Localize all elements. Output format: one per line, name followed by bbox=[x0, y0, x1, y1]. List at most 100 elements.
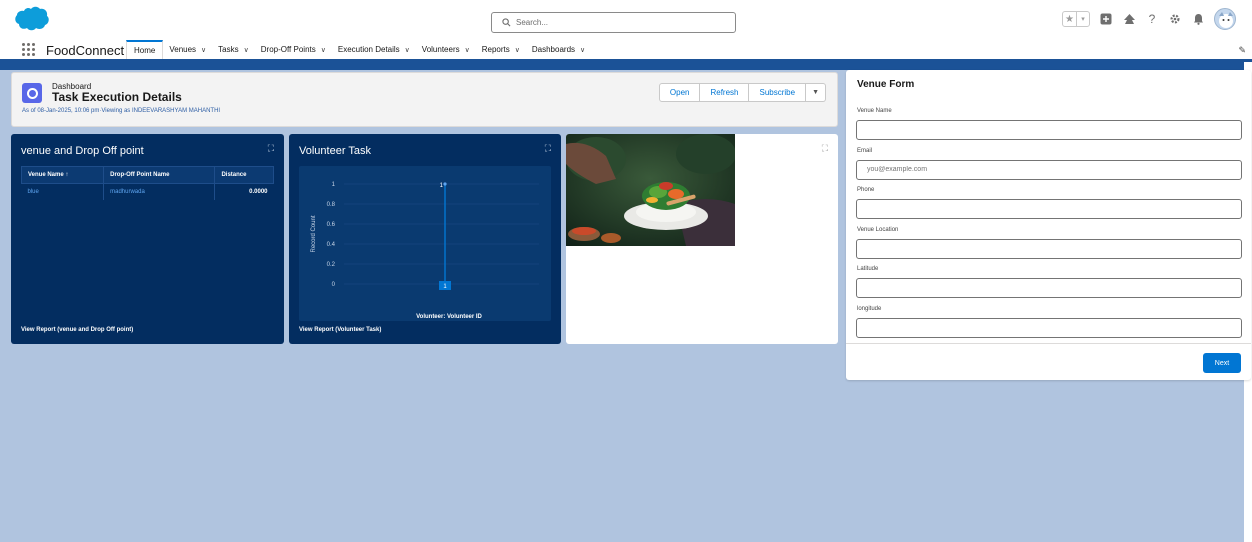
chevron-down-icon[interactable]: ∨ bbox=[201, 46, 206, 54]
longitude-label: longitude bbox=[857, 305, 882, 312]
nav-tabs: Home Venues ∨ Tasks ∨ Drop-Off Points ∨ Executi… bbox=[126, 40, 591, 59]
refresh-button[interactable]: Refresh bbox=[700, 83, 750, 102]
phone-label: Phone bbox=[857, 187, 875, 193]
distance-cell: 0.0000 bbox=[249, 189, 268, 195]
nav-tab-drop-off-points[interactable]: Drop-Off Points ∨ bbox=[255, 40, 332, 59]
column-header-distance[interactable]: Distance bbox=[214, 166, 274, 184]
x-axis-label: Volunteer: Volunteer ID bbox=[416, 314, 482, 320]
latitude-input[interactable] bbox=[856, 278, 1242, 298]
more-actions-chevron-icon[interactable]: ▼ bbox=[806, 83, 826, 102]
email-input[interactable] bbox=[856, 159, 1242, 180]
chevron-down-icon[interactable]: ∨ bbox=[515, 46, 520, 54]
app-launcher-icon[interactable] bbox=[22, 43, 35, 56]
y-axis-label: Record Count bbox=[311, 215, 317, 252]
nav-tab-label: Volunteers bbox=[421, 45, 460, 54]
nav-tab-home[interactable]: Home bbox=[126, 40, 164, 59]
app-navigation-bar: FoodConnect Home Venues ∨ Tasks ∨ Drop-Off Po… bbox=[0, 40, 1252, 62]
view-report-link[interactable]: View Report (venue and Drop Off point) bbox=[21, 327, 133, 333]
column-header-dropoff-point[interactable]: Drop-Off Point Name bbox=[103, 166, 216, 184]
view-report-link[interactable]: View Report (Volunteer Task) bbox=[299, 327, 381, 333]
nav-tab-label: Reports bbox=[481, 45, 510, 54]
favorites-star-icon[interactable]: ★ bbox=[1063, 12, 1076, 26]
expand-icon[interactable]: ⛶ bbox=[545, 143, 551, 154]
nav-tab-label: Venues bbox=[169, 45, 197, 54]
global-search-input[interactable]: Search... bbox=[491, 12, 736, 33]
y-tick-label: 0.6 bbox=[327, 222, 336, 228]
venue-dropoff-widget: venue and Drop Off point ⛶ Venue Name ↑ … bbox=[11, 134, 284, 344]
dashboard-actions: Open Refresh Subscribe ▼ bbox=[658, 83, 826, 102]
form-divider bbox=[846, 343, 1251, 344]
y-tick-label: 0.2 bbox=[327, 262, 336, 268]
header-band bbox=[0, 62, 1252, 70]
help-icon[interactable]: ? bbox=[1145, 12, 1159, 26]
nav-tab-label: Tasks bbox=[218, 45, 239, 54]
column-header-venue-name[interactable]: Venue Name ↑ bbox=[20, 166, 105, 184]
nav-tab-dashboards[interactable]: Dashboards ∨ bbox=[526, 40, 591, 59]
table-row: blue madhurwada 0.0000 bbox=[21, 183, 274, 200]
nav-tab-label: Execution Details bbox=[337, 45, 400, 54]
dashboard-meta: As of 08-Jan-2025, 10:06 pm·Viewing as I… bbox=[22, 108, 221, 114]
favorites-group: ★ ▾ bbox=[1062, 11, 1090, 27]
image-widget: ⛶ bbox=[566, 134, 838, 344]
favorites-list-icon[interactable]: ▾ bbox=[1076, 12, 1089, 26]
chart-svg: 0 0.2 0.4 0.6 0.8 1 Record Count Volunteer: Vol… bbox=[311, 182, 539, 320]
venue-name-input[interactable] bbox=[856, 120, 1242, 140]
chevron-down-icon[interactable]: ∨ bbox=[244, 46, 249, 54]
search-icon bbox=[502, 18, 511, 27]
expand-icon[interactable]: ⛶ bbox=[822, 143, 828, 154]
venue-name-label: Venue Name bbox=[857, 108, 892, 114]
edit-nav-pencil-icon[interactable]: ✎ bbox=[1238, 45, 1246, 56]
nav-tab-tasks[interactable]: Tasks ∨ bbox=[212, 40, 255, 59]
search-placeholder: Search... bbox=[516, 18, 549, 27]
chart-point bbox=[443, 182, 447, 186]
app-name: FoodConnect bbox=[46, 43, 125, 58]
y-tick-label: 0.4 bbox=[327, 242, 336, 248]
form-title: Venue Form bbox=[857, 79, 915, 90]
latitude-label: Latitude bbox=[857, 266, 879, 272]
chevron-down-icon[interactable]: ∨ bbox=[580, 46, 585, 54]
venue-location-input[interactable] bbox=[856, 238, 1242, 259]
nav-tab-label: Home bbox=[134, 46, 156, 55]
volunteer-task-chart: 0 0.2 0.4 0.6 0.8 1 Record Count Volunteer: Vol… bbox=[299, 166, 551, 321]
notifications-bell-icon[interactable] bbox=[1191, 12, 1205, 26]
volunteer-task-widget: Volunteer Task ⛶ 0 0.2 0.4 0.6 0.8 1 Record Co… bbox=[289, 134, 561, 344]
expand-icon[interactable]: ⛶ bbox=[268, 143, 274, 154]
next-button[interactable]: Next bbox=[1203, 353, 1241, 373]
chevron-down-icon[interactable]: ∨ bbox=[465, 46, 470, 54]
chevron-down-icon[interactable]: ∨ bbox=[405, 46, 410, 54]
subscribe-button[interactable]: Subscribe bbox=[749, 83, 807, 102]
email-label: Email bbox=[857, 147, 873, 154]
widget-title: venue and Drop Off point bbox=[21, 145, 144, 157]
venue-form-card: Venue Form Venue Name Email Phone Venue Loc… bbox=[846, 70, 1251, 380]
venue-location-label: Venue Location bbox=[857, 226, 899, 233]
widget-title: Volunteer Task bbox=[299, 145, 371, 157]
dashboard-title: Task Execution Details bbox=[52, 90, 182, 104]
open-button[interactable]: Open bbox=[658, 83, 701, 102]
venue-table: Venue Name ↑ Drop-Off Point Name Distanc… bbox=[20, 166, 274, 200]
table-header-row: Venue Name ↑ Drop-Off Point Name Distanc… bbox=[20, 166, 274, 184]
longitude-input[interactable] bbox=[856, 317, 1242, 338]
dashboard-header: Dashboard Task Execution Details As of 0… bbox=[11, 72, 838, 127]
setup-gear-icon[interactable] bbox=[1168, 12, 1182, 26]
nav-tab-label: Drop-Off Points bbox=[260, 45, 316, 54]
utility-bar: ★ ▾ ? bbox=[1062, 8, 1236, 30]
food-plate-image bbox=[566, 134, 735, 246]
global-actions-icon[interactable] bbox=[1099, 12, 1113, 26]
trailhead-icon[interactable] bbox=[1122, 12, 1136, 26]
nav-tab-execution-details[interactable]: Execution Details ∨ bbox=[332, 40, 416, 59]
user-avatar[interactable] bbox=[1214, 8, 1236, 30]
nav-tab-reports[interactable]: Reports ∨ bbox=[476, 40, 526, 59]
dashboard-icon bbox=[22, 83, 42, 103]
nav-tab-venues[interactable]: Venues ∨ bbox=[163, 40, 212, 59]
y-tick-label: 0.8 bbox=[327, 202, 336, 208]
y-tick-label: 1 bbox=[332, 182, 336, 188]
global-header: Search... ★ ▾ ? bbox=[0, 0, 1252, 40]
y-tick-label: 0 bbox=[332, 282, 336, 288]
venue-name-cell[interactable]: blue bbox=[21, 183, 105, 200]
phone-input[interactable] bbox=[856, 199, 1242, 219]
nav-tab-label: Dashboards bbox=[531, 45, 576, 54]
chevron-down-icon[interactable]: ∨ bbox=[321, 46, 326, 54]
salesforce-logo-icon[interactable] bbox=[14, 6, 50, 32]
nav-tab-volunteers[interactable]: Volunteers ∨ bbox=[416, 40, 476, 59]
dropoff-point-cell[interactable]: madhurwada bbox=[103, 183, 216, 200]
